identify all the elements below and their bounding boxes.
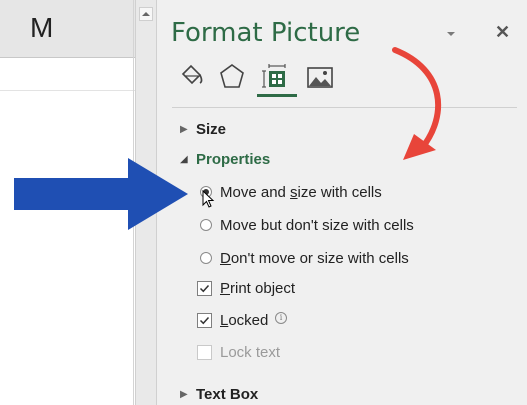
- annotation-overlay: [14, 47, 442, 230]
- blue-pointer-arrow: [14, 158, 188, 230]
- red-curved-arrow: [392, 47, 442, 151]
